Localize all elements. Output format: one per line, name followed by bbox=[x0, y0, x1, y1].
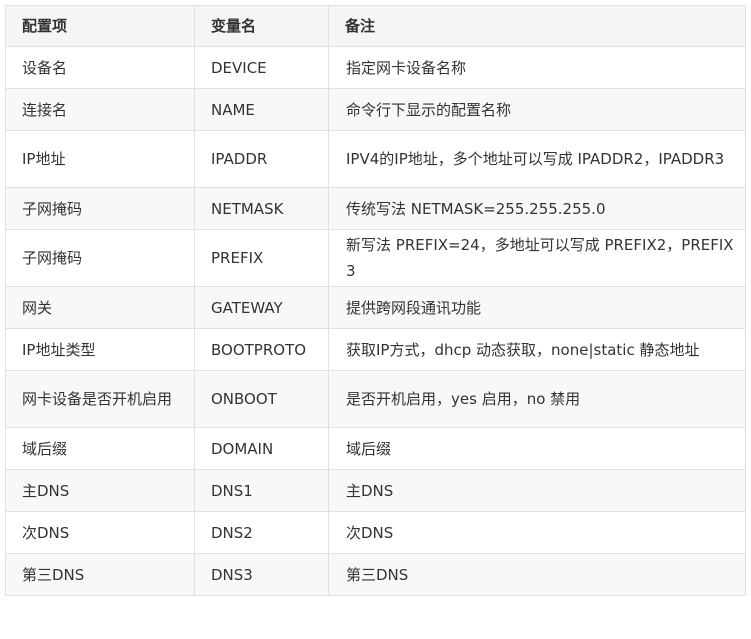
cell-config-item: 主DNS bbox=[5, 469, 195, 512]
cell-config-item: 域后缀 bbox=[5, 427, 195, 470]
cell-remark: 传统写法 NETMASK=255.255.255.0 bbox=[328, 187, 746, 230]
cell-variable-name: GATEWAY bbox=[194, 286, 329, 329]
table-header: 配置项 变量名 备注 bbox=[5, 5, 746, 47]
cell-remark: IPV4的IP地址，多个地址可以写成 IPADDR2，IPADDR3 bbox=[328, 130, 746, 188]
header-remark: 备注 bbox=[328, 5, 746, 47]
cell-variable-name: DOMAIN bbox=[194, 427, 329, 470]
cell-config-item: 网关 bbox=[5, 286, 195, 329]
cell-remark: 主DNS bbox=[328, 469, 746, 512]
cell-variable-name: DEVICE bbox=[194, 46, 329, 89]
header-config-item: 配置项 bbox=[5, 5, 195, 47]
cell-variable-name: DNS1 bbox=[194, 469, 329, 512]
cell-config-item: 设备名 bbox=[5, 46, 195, 89]
table-row: 域后缀 DOMAIN 域后缀 bbox=[5, 427, 746, 470]
table-row: 子网掩码 NETMASK 传统写法 NETMASK=255.255.255.0 bbox=[5, 187, 746, 230]
table-row: 主DNS DNS1 主DNS bbox=[5, 469, 746, 512]
cell-remark: 获取IP方式，dhcp 动态获取，none|static 静态地址 bbox=[328, 328, 746, 371]
cell-remark: 是否开机启用，yes 启用，no 禁用 bbox=[328, 370, 746, 428]
table-row: 连接名 NAME 命令行下显示的配置名称 bbox=[5, 88, 746, 131]
cell-remark: 新写法 PREFIX=24，多地址可以写成 PREFIX2，PREFIX3 bbox=[328, 229, 746, 287]
cell-config-item: 子网掩码 bbox=[5, 187, 195, 230]
cell-variable-name: DNS2 bbox=[194, 511, 329, 554]
cell-variable-name: BOOTPROTO bbox=[194, 328, 329, 371]
cell-remark: 域后缀 bbox=[328, 427, 746, 470]
cell-remark: 提供跨网段通讯功能 bbox=[328, 286, 746, 329]
cell-config-item: 连接名 bbox=[5, 88, 195, 131]
cell-variable-name: ONBOOT bbox=[194, 370, 329, 428]
table-row: 设备名 DEVICE 指定网卡设备名称 bbox=[5, 46, 746, 89]
cell-variable-name: NETMASK bbox=[194, 187, 329, 230]
cell-variable-name: PREFIX bbox=[194, 229, 329, 287]
cell-remark: 命令行下显示的配置名称 bbox=[328, 88, 746, 131]
table-row: 网关 GATEWAY 提供跨网段通讯功能 bbox=[5, 286, 746, 329]
table-row: 网卡设备是否开机启用 ONBOOT 是否开机启用，yes 启用，no 禁用 bbox=[5, 370, 746, 428]
table-body: 设备名 DEVICE 指定网卡设备名称 连接名 NAME 命令行下显示的配置名称… bbox=[5, 46, 746, 596]
cell-config-item: 子网掩码 bbox=[5, 229, 195, 287]
cell-remark: 第三DNS bbox=[328, 553, 746, 596]
cell-variable-name: NAME bbox=[194, 88, 329, 131]
cell-config-item: IP地址类型 bbox=[5, 328, 195, 371]
cell-config-item: 次DNS bbox=[5, 511, 195, 554]
cell-variable-name: IPADDR bbox=[194, 130, 329, 188]
cell-config-item: 网卡设备是否开机启用 bbox=[5, 370, 195, 428]
cell-remark: 指定网卡设备名称 bbox=[328, 46, 746, 89]
network-config-table: 配置项 变量名 备注 设备名 DEVICE 指定网卡设备名称 连接名 NAME … bbox=[5, 5, 746, 596]
table-row: IP地址类型 BOOTPROTO 获取IP方式，dhcp 动态获取，none|s… bbox=[5, 328, 746, 371]
table-row: 次DNS DNS2 次DNS bbox=[5, 511, 746, 554]
table-row: 第三DNS DNS3 第三DNS bbox=[5, 553, 746, 596]
cell-config-item: IP地址 bbox=[5, 130, 195, 188]
cell-variable-name: DNS3 bbox=[194, 553, 329, 596]
header-row: 配置项 变量名 备注 bbox=[5, 5, 746, 47]
cell-config-item: 第三DNS bbox=[5, 553, 195, 596]
cell-remark: 次DNS bbox=[328, 511, 746, 554]
header-variable-name: 变量名 bbox=[194, 5, 329, 47]
table-row: 子网掩码 PREFIX 新写法 PREFIX=24，多地址可以写成 PREFIX… bbox=[5, 229, 746, 287]
table-row: IP地址 IPADDR IPV4的IP地址，多个地址可以写成 IPADDR2，I… bbox=[5, 130, 746, 188]
